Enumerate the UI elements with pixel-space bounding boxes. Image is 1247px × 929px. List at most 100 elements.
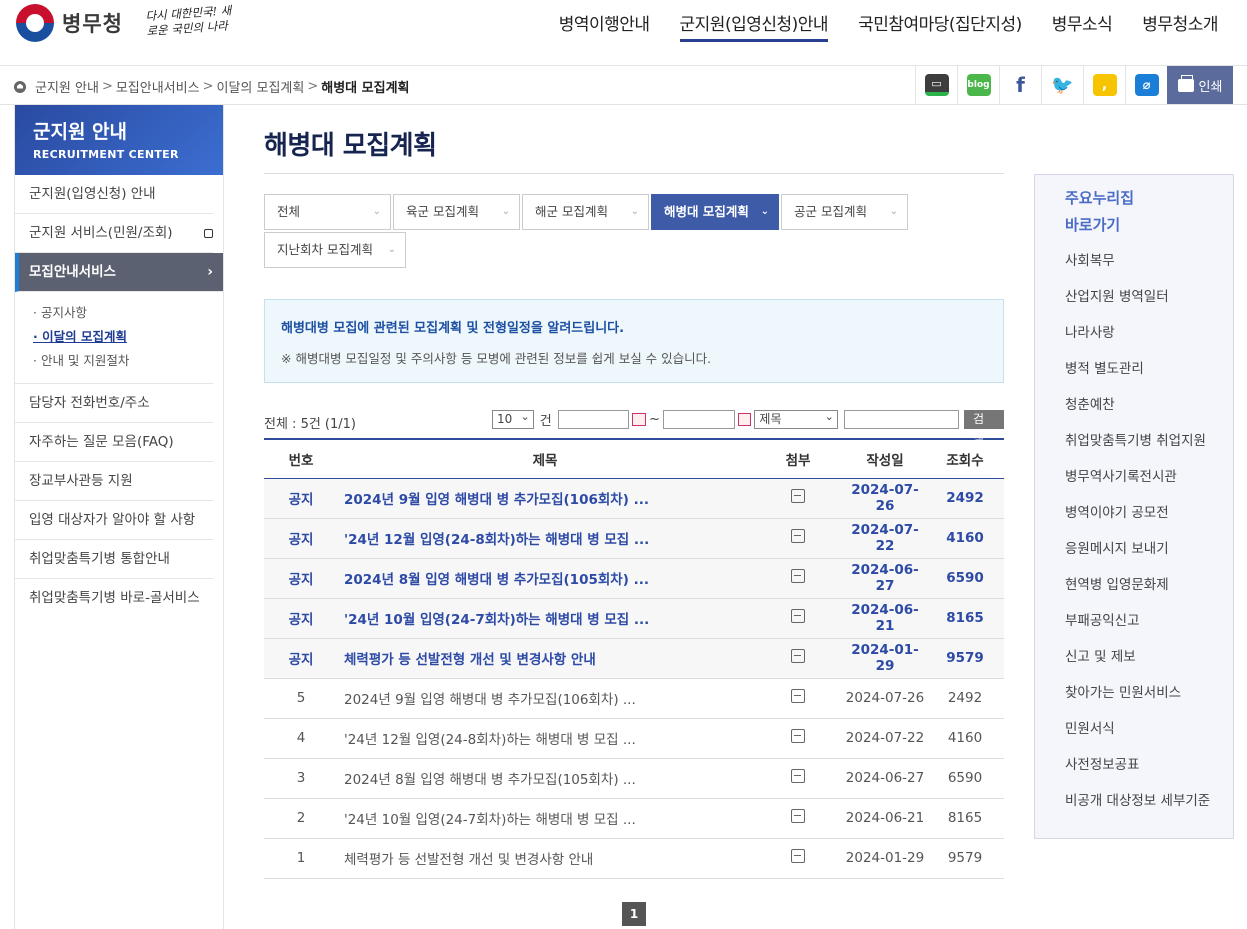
row-attachment[interactable] [752,798,844,839]
quick-link[interactable]: 응원메시지 보내기 [1065,531,1233,567]
quick-link[interactable]: 나라사랑 [1065,315,1233,351]
tab-navy[interactable]: 해군 모집계획 ⌄ [522,194,649,230]
row-title-link[interactable]: 2024년 9월 입영 해병대 병 추가모집(106회차) ... [338,478,752,519]
submenu-item[interactable]: · 안내 및 지원절차 [33,349,213,373]
side-nav-item[interactable]: 장교부사관등 지원 [15,462,213,501]
site-logo[interactable]: 병무청 [16,4,123,42]
search-field-select[interactable]: 제목 [754,408,838,429]
nav-about[interactable]: 병무청소개 [1127,12,1233,42]
tab-all[interactable]: 전체 ⌄ [264,194,391,230]
row-title-link[interactable]: 2024년 9월 입영 해병대 병 추가모집(106회차) ... [338,678,752,719]
share-kakaostory-button[interactable]: , [1083,66,1125,104]
page-size-select[interactable]: 10 [492,408,534,429]
share-blog-button[interactable]: blog [957,66,999,104]
row-title-link[interactable]: '24년 10월 입영(24-7회차)하는 해병대 병 모집 ... [338,598,752,639]
row-attachment[interactable] [752,638,844,679]
row-title-link[interactable]: 체력평가 등 선발전형 개선 및 변경사항 안내 [338,638,752,679]
sns-share: ▭ blog f 🐦 , ⌀ 인쇄 [915,66,1233,104]
table-header-row: 번호 제목 첨부 작성일 조회수 [264,439,1004,479]
table-row: 공지 '24년 10월 입영(24-7회차)하는 해병대 병 모집 ... 20… [264,598,1004,639]
page-number-current[interactable]: 1 [622,901,646,926]
table-row: 공지 2024년 8월 입영 해병대 병 추가모집(105회차) ... 202… [264,558,1004,599]
quick-link[interactable]: 현역병 입영문화제 [1065,567,1233,603]
print-button[interactable]: 인쇄 [1167,66,1233,104]
row-title-link[interactable]: 체력평가 등 선발전형 개선 및 변경사항 안내 [338,838,752,879]
breadcrumb-item[interactable]: 모집안내서비스 [116,77,200,96]
row-attachment[interactable] [752,478,844,519]
row-number: 5 [264,678,338,719]
side-nav-item[interactable]: 군지원(입영신청) 안내 [15,175,213,214]
row-views: 6590 [926,558,1004,599]
calendar-icon[interactable] [737,413,752,426]
side-nav-item[interactable]: 자주하는 질문 모음(FAQ) [15,423,213,462]
chevron-down-icon: ⌄ [760,206,769,217]
attachment-icon [791,849,805,863]
quick-link[interactable]: 병무역사기록전시관 [1065,459,1233,495]
tab-army[interactable]: 육군 모집계획 ⌄ [393,194,520,230]
side-nav-item-recruit-info[interactable]: 모집안내서비스 › [15,253,223,292]
search-button[interactable]: 검색 [964,410,1004,445]
row-attachment[interactable] [752,678,844,719]
quick-link[interactable]: 청춘예찬 [1065,387,1233,423]
side-nav: 군지원 안내 RECRUITMENT CENTER 군지원(입영신청) 안내 군… [14,105,224,929]
row-title-link[interactable]: 2024년 8월 입영 해병대 병 추가모집(105회차) ... [338,758,752,799]
breadcrumb-separator: > [101,79,113,94]
row-title-link[interactable]: '24년 12월 입영(24-8회차)하는 해병대 병 모집 ... [338,518,752,559]
quick-link[interactable]: 취업맞춤특기병 취업지원 [1065,423,1233,459]
row-attachment[interactable] [752,758,844,799]
tab-marine[interactable]: 해병대 모집계획 ⌄ [651,194,779,230]
attachment-icon [791,569,805,583]
tab-airforce[interactable]: 공군 모집계획 ⌄ [781,194,908,230]
attachment-icon [791,529,805,543]
quick-link[interactable]: 사회복무 [1065,243,1233,279]
share-facebook-button[interactable]: f [999,66,1041,104]
search-input[interactable] [843,410,960,429]
row-title-link[interactable]: '24년 12월 입영(24-8회차)하는 해병대 병 모집 ... [338,718,752,759]
nav-volunteer[interactable]: 군지원(입영신청)안내 [679,12,829,42]
row-attachment[interactable] [752,598,844,639]
side-nav-item[interactable]: 취업맞춤특기병 통합안내 [15,540,213,579]
chevron-right-icon: › [207,264,213,280]
home-icon[interactable] [14,80,26,93]
tab-past[interactable]: 지난회차 모집계획 ⌄ [264,232,406,268]
nav-military-service[interactable]: 병역이행안내 [544,12,665,42]
nav-news[interactable]: 병무소식 [1037,12,1128,42]
end-date-input[interactable] [663,410,735,429]
category-tabs: 전체 ⌄ 육군 모집계획 ⌄ 해군 모집계획 ⌄ 해병대 모집계획 ⌄ 공군 모집계획 ⌄… [264,194,1004,270]
quick-link[interactable]: 찾아가는 민원서비스 [1065,675,1233,711]
row-date: 2024-07-26 [844,478,926,519]
row-title-link[interactable]: 2024년 8월 입영 해병대 병 추가모집(105회차) ... [338,558,752,599]
quick-link[interactable]: 비공개 대상정보 세부기준 [1065,783,1233,819]
row-attachment[interactable] [752,518,844,559]
calendar-icon[interactable] [632,413,647,426]
submenu-item[interactable]: · 공지사항 [33,301,213,325]
quick-link[interactable]: 병역이야기 공모전 [1065,495,1233,531]
side-nav-item[interactable]: 취업맞춤특기병 바로-골서비스 [15,579,213,618]
quick-link[interactable]: 신고 및 제보 [1065,639,1233,675]
row-date: 2024-06-27 [844,558,926,599]
share-band-button[interactable]: ▭ [915,66,957,104]
column-header: 작성일 [844,439,926,479]
row-attachment[interactable] [752,838,844,879]
row-attachment[interactable] [752,558,844,599]
side-nav-item[interactable]: 담당자 전화번호/주소 [15,384,213,423]
quick-link[interactable]: 민원서식 [1065,711,1233,747]
nav-participation[interactable]: 국민참여마당(집단지성) [843,12,1037,42]
quick-link[interactable]: 사전정보공표 [1065,747,1233,783]
share-link-button[interactable]: ⌀ [1125,66,1167,104]
row-title-link[interactable]: '24년 10월 입영(24-7회차)하는 해병대 병 모집 ... [338,798,752,839]
quick-link[interactable]: 산업지원 병역일터 [1065,279,1233,315]
breadcrumb-item[interactable]: 군지원 안내 [35,77,99,96]
quick-link[interactable]: 병적 별도관리 [1065,351,1233,387]
row-number: 공지 [264,598,338,639]
start-date-input[interactable] [557,410,630,429]
side-nav-item[interactable]: 입영 대상자가 알아야 할 사항 [15,501,213,540]
side-nav-item-service[interactable]: 군지원 서비스(민원/조회) [15,214,213,253]
quick-link[interactable]: 부패공익신고 [1065,603,1233,639]
submenu-item-active[interactable]: · 이달의 모집계획 [33,325,213,349]
row-attachment[interactable] [752,718,844,759]
kakaostory-icon: , [1092,74,1117,96]
breadcrumb-item[interactable]: 이달의 모집계획 [216,77,304,96]
info-box: 해병대병 모집에 관련된 모집계획 및 전형일정을 알려드립니다. ※ 해병대병… [264,299,1004,383]
share-twitter-button[interactable]: 🐦 [1041,66,1083,104]
